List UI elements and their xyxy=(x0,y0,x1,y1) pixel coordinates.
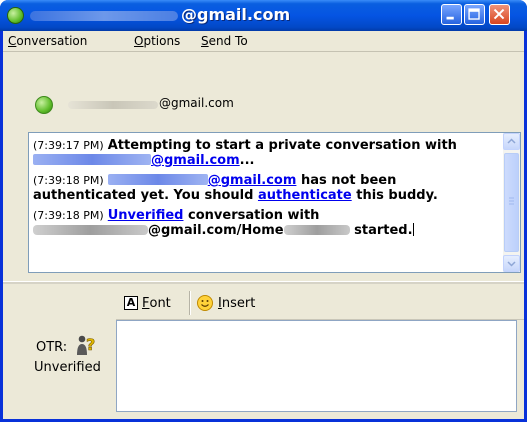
grip-icon xyxy=(509,197,514,205)
otr-status: Unverified xyxy=(34,360,101,375)
scroll-up-button[interactable] xyxy=(503,133,520,150)
otr-unverified-icon[interactable]: ? xyxy=(74,333,98,357)
font-button[interactable]: A Font xyxy=(124,292,171,314)
buddy-link[interactable]: @gmail.com xyxy=(151,153,240,168)
buddy-link[interactable]: @gmail.com xyxy=(208,173,297,188)
timestamp: (7:39:18 PM) xyxy=(33,209,104,222)
redacted-account-text xyxy=(33,225,148,235)
conversation-log[interactable]: (7:39:17 PM) Attempting to start a priva… xyxy=(28,132,521,273)
scroll-thumb[interactable] xyxy=(504,153,519,252)
chevron-down-icon xyxy=(507,261,516,267)
redacted-link-text xyxy=(33,154,151,165)
buddy-available-icon xyxy=(7,7,24,24)
menu-options-label: ptions xyxy=(143,34,181,48)
maximize-icon xyxy=(468,8,480,20)
message-text: Attempting to start a private conversati… xyxy=(107,138,457,153)
log-message: (7:39:18 PM) @gmail.com has not been aut… xyxy=(33,173,495,203)
insert-label: nsert xyxy=(221,295,256,311)
menu-conversation[interactable]: Conversation xyxy=(8,34,87,48)
buddy-status-icon xyxy=(35,96,53,114)
message-input[interactable] xyxy=(116,320,517,412)
redacted-link-text xyxy=(107,174,208,185)
menu-options[interactable]: Options xyxy=(134,34,180,48)
font-label: ont xyxy=(149,295,171,311)
minimize-icon xyxy=(446,16,454,20)
timestamp: (7:39:17 PM) xyxy=(33,139,104,152)
close-icon xyxy=(493,8,505,20)
scroll-down-button[interactable] xyxy=(503,255,520,272)
buddy-name[interactable]: @gmail.com xyxy=(159,96,234,110)
menu-send-to-mnemonic: S xyxy=(201,34,209,48)
log-message: (7:39:18 PM) Unverified conversation wit… xyxy=(33,208,495,238)
svg-text:?: ? xyxy=(86,335,95,354)
log-scrollbar[interactable] xyxy=(503,133,520,272)
smiley-icon xyxy=(197,295,213,311)
menu-divider xyxy=(3,51,524,52)
message-text-end: started. xyxy=(349,223,413,238)
redacted-username xyxy=(30,11,178,21)
font-icon: A xyxy=(124,296,138,310)
message-text-end: this buddy. xyxy=(351,188,438,203)
conversation-window: @gmail.com Conversation Options Send To … xyxy=(0,0,527,422)
window-title: @gmail.com xyxy=(181,5,291,24)
menu-send-to-label: end To xyxy=(208,34,248,48)
pane-splitter[interactable] xyxy=(3,281,524,284)
message-text: conversation with xyxy=(183,208,320,223)
account-resource: @gmail.com/Home xyxy=(148,223,284,238)
minimize-button[interactable] xyxy=(441,4,462,25)
chevron-up-icon xyxy=(507,138,516,144)
close-button[interactable] xyxy=(489,4,510,25)
menu-send-to[interactable]: Send To xyxy=(201,34,248,48)
message-ellipsis: ... xyxy=(239,153,255,168)
menu-conversation-label: onversation xyxy=(16,34,88,48)
toolbar-divider xyxy=(189,291,191,315)
timestamp: (7:39:18 PM) xyxy=(33,174,104,187)
authenticate-link[interactable]: authenticate xyxy=(258,188,352,203)
redacted-buddy-name xyxy=(68,101,158,109)
menu-bar: Conversation Options Send To xyxy=(3,31,524,51)
redacted-resource-text xyxy=(283,225,350,235)
maximize-button[interactable] xyxy=(464,4,485,25)
otr-label: OTR: xyxy=(36,340,68,355)
font-mnemonic: F xyxy=(142,295,150,311)
text-caret xyxy=(412,223,414,236)
format-toolbar: A Font Insert xyxy=(116,287,524,320)
title-bar[interactable]: @gmail.com xyxy=(0,0,527,31)
unverified-link[interactable]: Unverified xyxy=(108,208,184,223)
insert-button[interactable]: Insert xyxy=(196,292,255,314)
log-message: (7:39:17 PM) Attempting to start a priva… xyxy=(33,138,495,168)
